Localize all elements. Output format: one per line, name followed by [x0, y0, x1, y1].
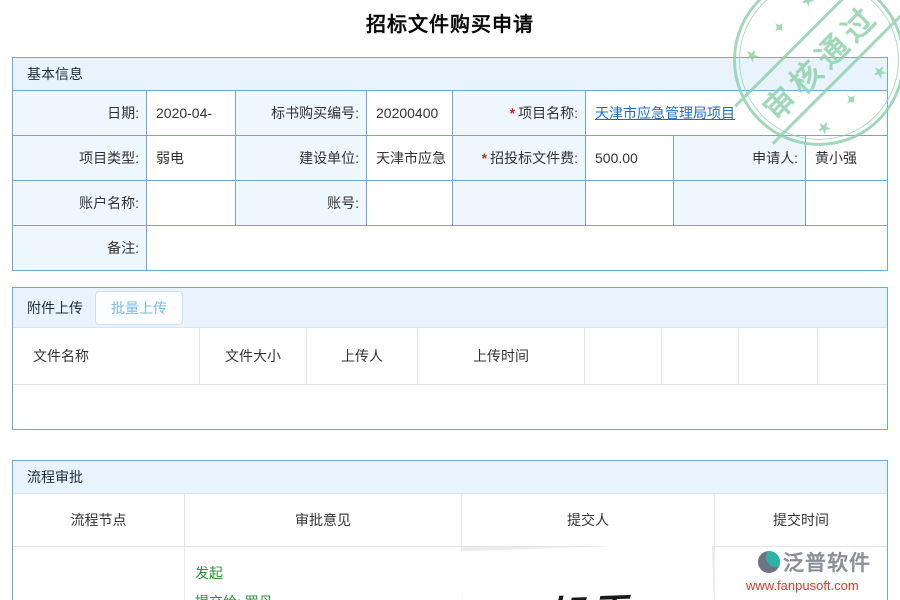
opinion-line2: 提交给: 罗丹: [195, 588, 461, 600]
date-value: 2020-04-: [147, 91, 235, 135]
opinion-line1: 发起: [195, 559, 461, 588]
date-label: 日期:: [13, 91, 146, 135]
account-name-value: [147, 181, 235, 225]
vendor-watermark: 泛普软件 www.fanpusoft.com: [758, 547, 898, 593]
applicant-value: 黄小强: [806, 136, 887, 180]
project-name-label: * 项目名称:: [453, 91, 585, 135]
col-empty: [662, 328, 738, 384]
attachments-table-header: 文件名称 文件大小 上传人 上传时间: [13, 328, 887, 385]
batch-upload-button[interactable]: 批量上传: [95, 291, 183, 325]
approval-header: 流程审批: [13, 461, 887, 494]
vendor-logo-icon: [758, 551, 780, 573]
project-type-label: 项目类型:: [13, 136, 146, 180]
attachments-empty-area: [13, 385, 887, 429]
col-submitter: 提交人: [462, 494, 714, 546]
col-submit-time: 提交时间: [715, 494, 887, 546]
col-upload-time: 上传时间: [418, 328, 584, 384]
opinion-cell: 发起 提交给: 罗丹: [185, 547, 461, 600]
submitter-signature: 胡雪: [460, 543, 716, 600]
attachments-title: 附件上传: [27, 298, 83, 318]
account-no-label: 账号:: [236, 181, 366, 225]
attachments-header: 附件上传 批量上传: [13, 288, 887, 328]
project-name-link[interactable]: 天津市应急管理局项目: [595, 103, 735, 123]
vendor-brand: 泛普软件: [758, 547, 898, 577]
attachments-section: 附件上传 批量上传 文件名称 文件大小 上传人 上传时间: [12, 287, 888, 430]
remark-label: 备注:: [13, 226, 146, 270]
empty-label-cell: [674, 181, 805, 225]
approval-table-header: 流程节点 审批意见 提交人 提交时间: [13, 494, 887, 547]
col-file-name: 文件名称: [13, 328, 199, 384]
project-type-value: 弱电: [147, 136, 235, 180]
build-unit-label: 建设单位:: [236, 136, 366, 180]
doc-fee-label: * 招投标文件费:: [453, 136, 585, 180]
vendor-url: www.fanpusoft.com: [746, 578, 898, 593]
page-title: 招标文件购买申请: [0, 8, 900, 37]
account-no-value: [367, 181, 452, 225]
vendor-name: 泛普软件: [783, 547, 871, 577]
empty-label-cell: [453, 181, 585, 225]
empty-value-cell: [586, 181, 673, 225]
bid-no-label: 标书购买编号:: [236, 91, 366, 135]
col-file-size: 文件大小: [200, 328, 306, 384]
project-name-value: 天津市应急管理局项目: [586, 91, 887, 135]
bid-no-value: 20200400: [367, 91, 452, 135]
basic-info-section: 基本信息 日期: 2020-04- 标书购买编号: 20200400 * 项目名…: [12, 57, 888, 271]
approval-title: 流程审批: [27, 467, 83, 487]
flow-node-cell: 申请人: [13, 547, 184, 600]
applicant-label: 申请人:: [674, 136, 805, 180]
col-empty: [818, 328, 887, 384]
build-unit-value: 天津市应急: [367, 136, 452, 180]
col-approval-opinion: 审批意见: [185, 494, 461, 546]
remark-value: [147, 226, 887, 270]
required-marker: *: [510, 105, 515, 121]
col-flow-node: 流程节点: [13, 494, 184, 546]
col-uploader: 上传人: [307, 328, 417, 384]
basic-info-header: 基本信息: [13, 58, 887, 91]
account-name-label: 账户名称:: [13, 181, 146, 225]
required-marker: *: [482, 150, 487, 166]
basic-info-title: 基本信息: [27, 64, 83, 84]
basic-info-table: 日期: 2020-04- 标书购买编号: 20200400 * 项目名称: 天津…: [13, 91, 887, 270]
empty-value-cell: [806, 181, 887, 225]
col-empty: [585, 328, 661, 384]
doc-fee-value: 500.00: [586, 136, 673, 180]
col-empty: [739, 328, 817, 384]
